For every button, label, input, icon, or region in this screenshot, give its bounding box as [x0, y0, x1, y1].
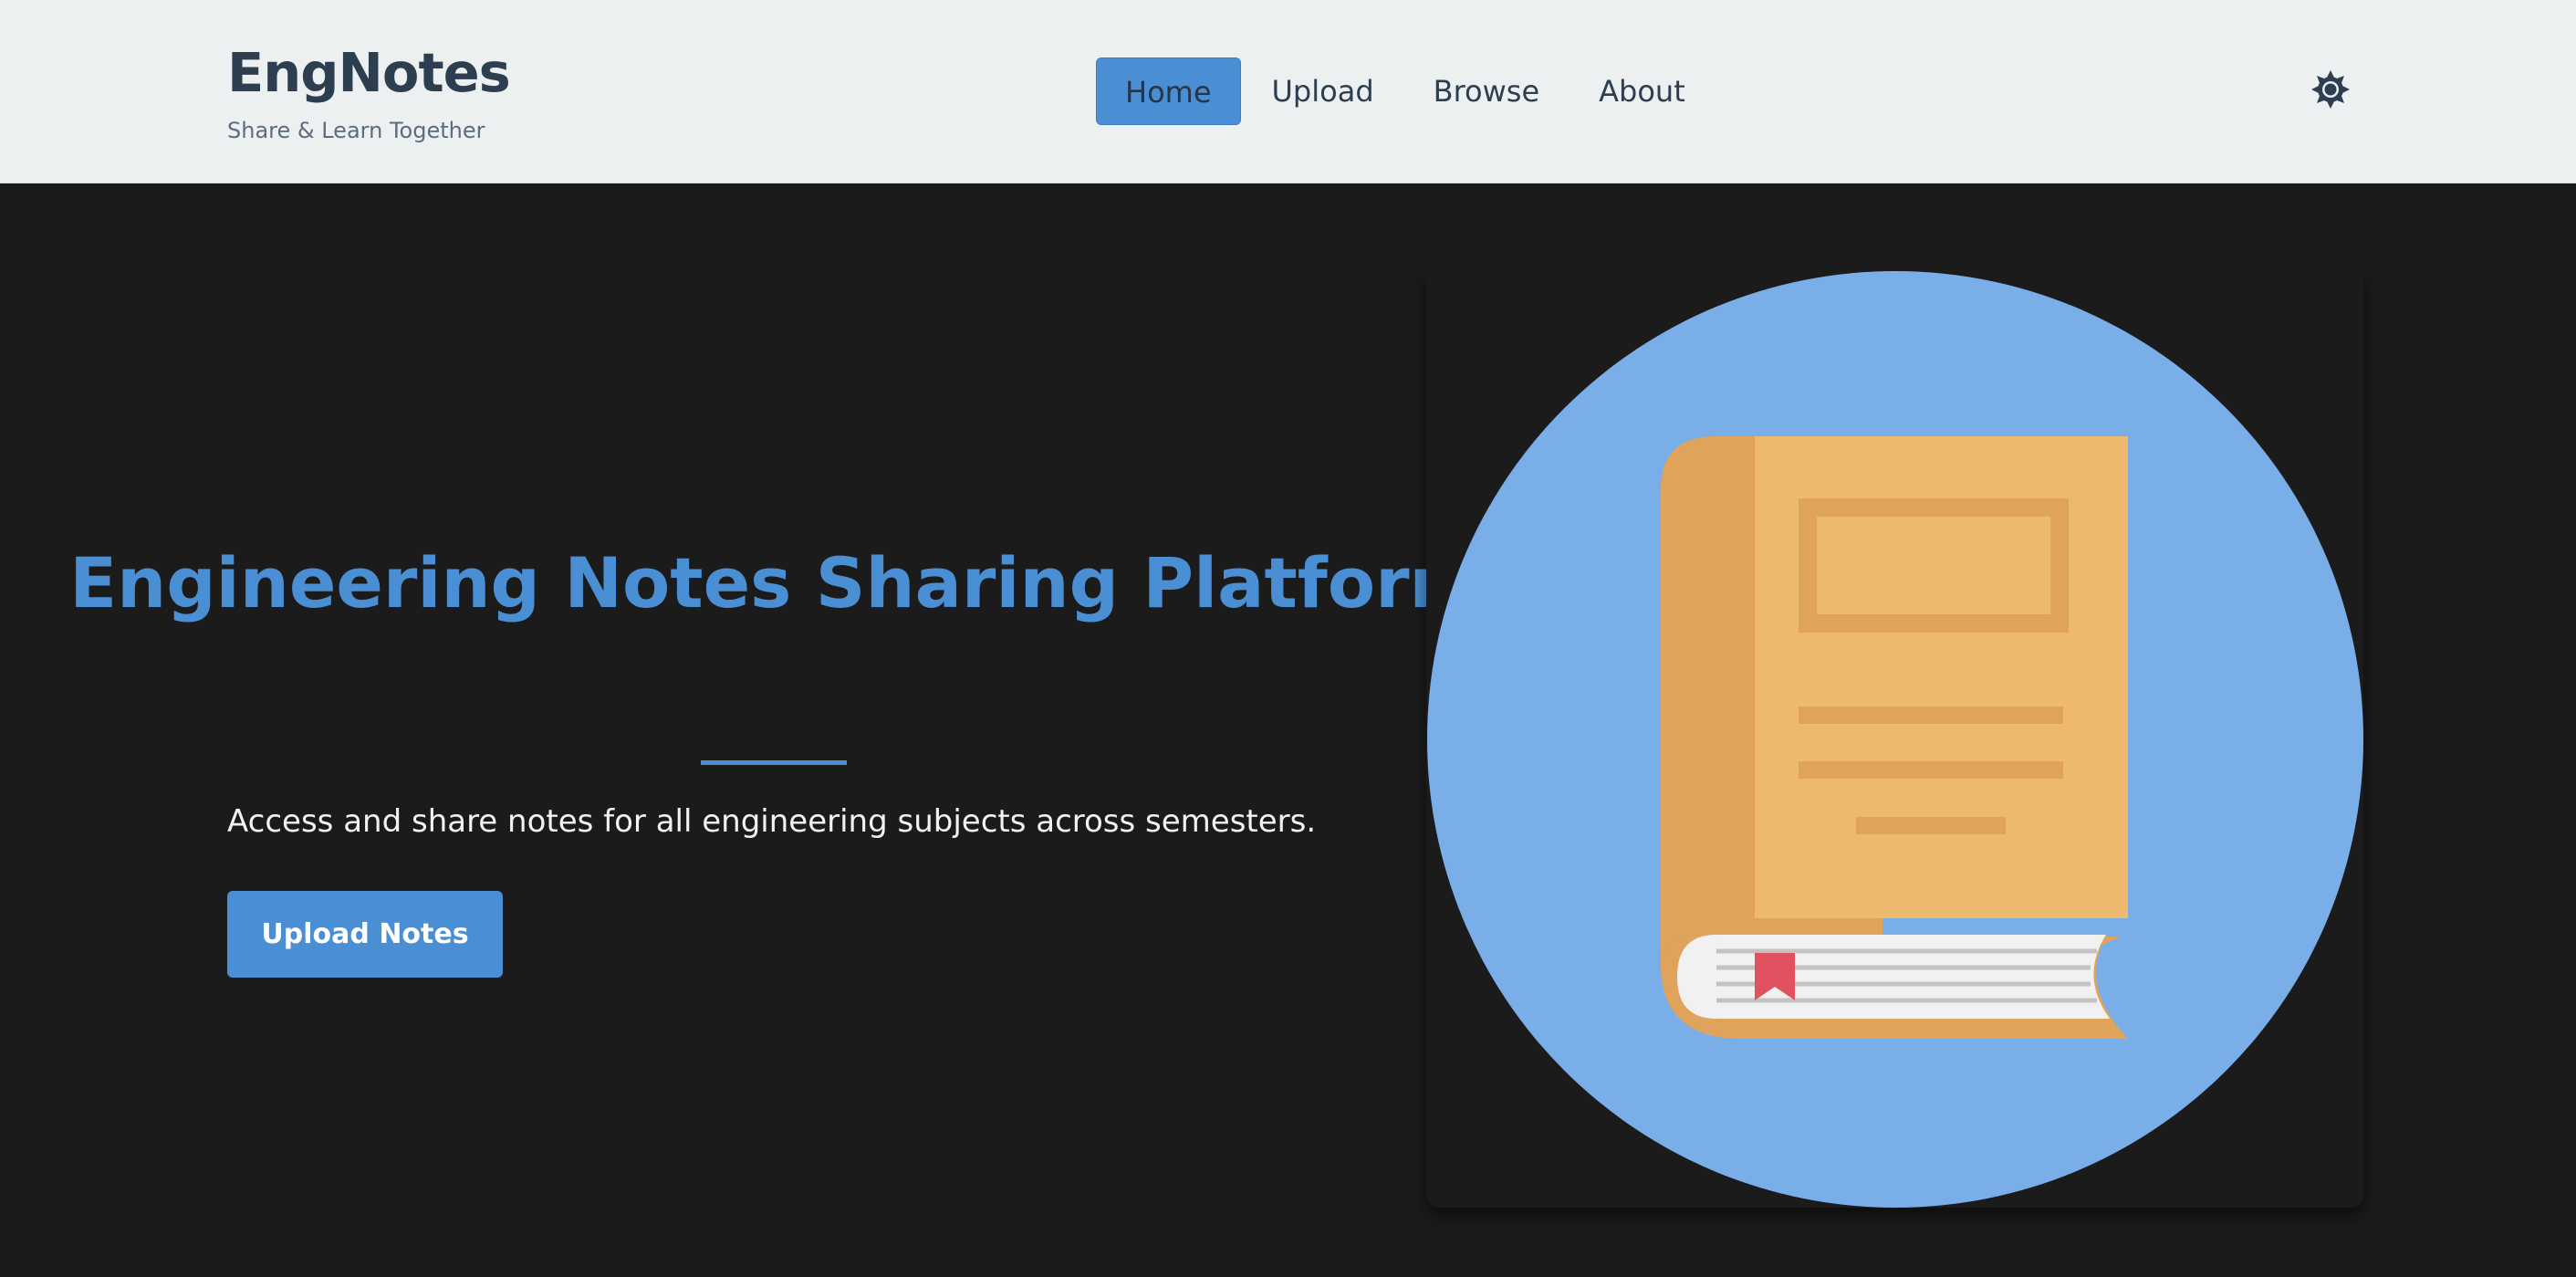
upload-notes-button[interactable]: Upload Notes: [227, 891, 503, 978]
theme-toggle-button[interactable]: [2310, 69, 2351, 110]
nav-upload[interactable]: Upload: [1244, 58, 1403, 125]
nav-about[interactable]: About: [1570, 58, 1714, 125]
title-underline: [701, 760, 847, 765]
hero-description: Access and share notes for all engineeri…: [227, 803, 1317, 840]
brand-title[interactable]: EngNotes: [227, 40, 511, 106]
sun-icon: [2311, 70, 2350, 109]
hero-title: Engineering Notes Sharing Platform: [69, 542, 1482, 623]
site-header: EngNotes Share & Learn Together Home Upl…: [0, 0, 2576, 183]
nav-home[interactable]: Home: [1096, 58, 1241, 125]
nav-browse[interactable]: Browse: [1405, 58, 1569, 125]
main-nav: Home Upload Browse About: [1096, 58, 1714, 125]
brand-subtitle: Share & Learn Together: [227, 118, 485, 143]
hero-illustration-card: [1426, 270, 2363, 1208]
book-icon: [1427, 271, 2363, 1208]
brand[interactable]: EngNotes Share & Learn Together: [227, 40, 511, 144]
